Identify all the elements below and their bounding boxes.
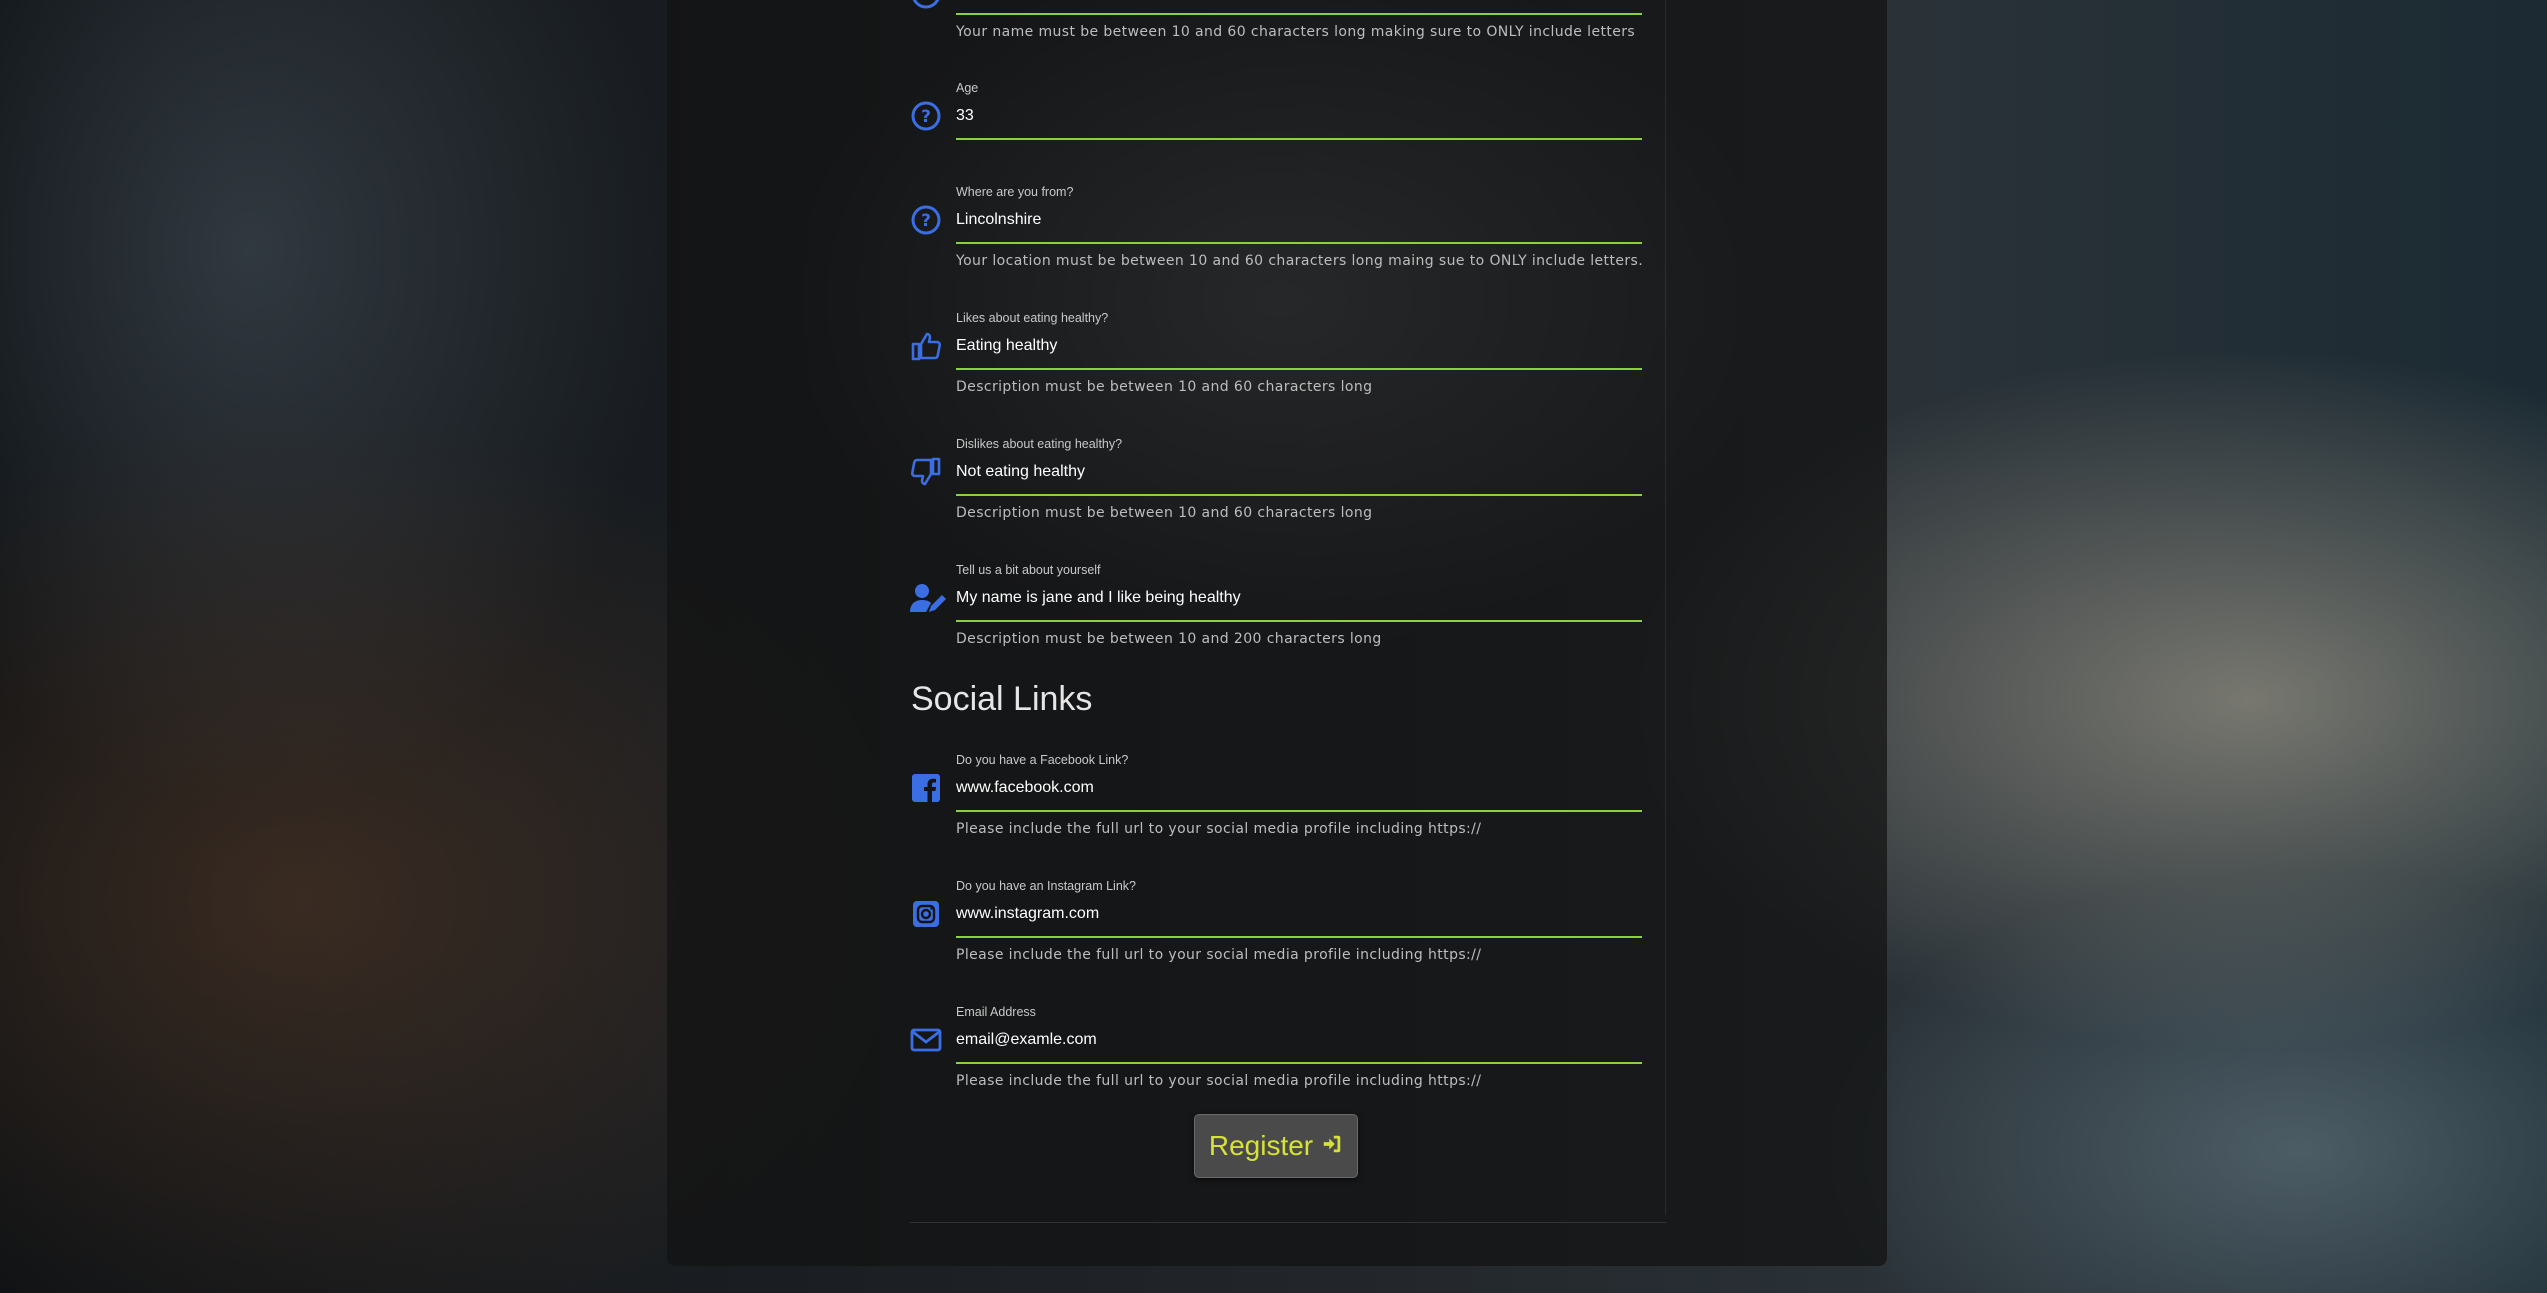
dislikes-label: Dislikes about eating healthy?	[956, 437, 1123, 451]
email-input[interactable]: email@examle.com	[956, 1031, 1097, 1049]
age-label: Age	[956, 81, 979, 95]
email-underline	[956, 1062, 1642, 1064]
likes-help: Description must be between 10 and 60 ch…	[956, 379, 1373, 395]
instagram-label: Do you have an Instagram Link?	[956, 879, 1136, 893]
instagram-icon	[910, 898, 942, 930]
likes-underline	[956, 368, 1642, 370]
age-input[interactable]: 33	[956, 107, 974, 125]
facebook-label: Do you have a Facebook Link?	[956, 753, 1129, 767]
name-help: Your name must be between 10 and 60 char…	[956, 24, 1636, 40]
location-help: Your location must be between 10 and 60 …	[956, 253, 1644, 269]
facebook-input[interactable]: www.facebook.com	[956, 779, 1094, 797]
svg-text:?: ?	[921, 107, 931, 127]
panel-divider	[1665, 0, 1666, 1215]
about-label: Tell us a bit about yourself	[956, 563, 1101, 577]
dislikes-underline	[956, 494, 1642, 496]
about-help: Description must be between 10 and 200 c…	[956, 631, 1382, 647]
location-underline	[956, 242, 1642, 244]
facebook-icon	[910, 772, 942, 804]
location-input[interactable]: Lincolnshire	[956, 211, 1041, 229]
email-help: Please include the full url to your soci…	[956, 1073, 1482, 1089]
instagram-help: Please include the full url to your soci…	[956, 947, 1482, 963]
facebook-underline	[956, 810, 1642, 812]
register-button[interactable]: Register	[1194, 1114, 1358, 1178]
age-underline	[956, 138, 1642, 140]
question-circle-icon	[910, 0, 942, 10]
thumbs-up-icon	[910, 330, 942, 362]
about-input[interactable]: My name is jane and I like being healthy	[956, 589, 1241, 607]
panel-bottom-divider	[910, 1222, 1666, 1223]
question-circle-icon: ?	[910, 100, 942, 132]
question-circle-icon: ?	[910, 204, 942, 236]
dislikes-input[interactable]: Not eating healthy	[956, 463, 1085, 481]
register-label: Register	[1208, 1130, 1314, 1161]
likes-label: Likes about eating healthy?	[956, 311, 1109, 325]
svg-text:?: ?	[921, 211, 931, 231]
location-label: Where are you from?	[956, 185, 1074, 199]
envelope-icon	[910, 1024, 942, 1056]
instagram-input[interactable]: www.instagram.com	[956, 905, 1099, 923]
user-edit-icon	[910, 582, 948, 614]
likes-input[interactable]: Eating healthy	[956, 337, 1057, 355]
thumbs-down-icon	[910, 456, 942, 488]
social-links-heading: Social Links	[911, 680, 1093, 718]
sign-in-icon	[1321, 1130, 1343, 1162]
instagram-underline	[956, 936, 1642, 938]
about-underline	[956, 620, 1642, 622]
name-underline	[956, 13, 1642, 15]
email-label: Email Address	[956, 1005, 1036, 1019]
dislikes-help: Description must be between 10 and 60 ch…	[956, 505, 1373, 521]
facebook-help: Please include the full url to your soci…	[956, 821, 1482, 837]
